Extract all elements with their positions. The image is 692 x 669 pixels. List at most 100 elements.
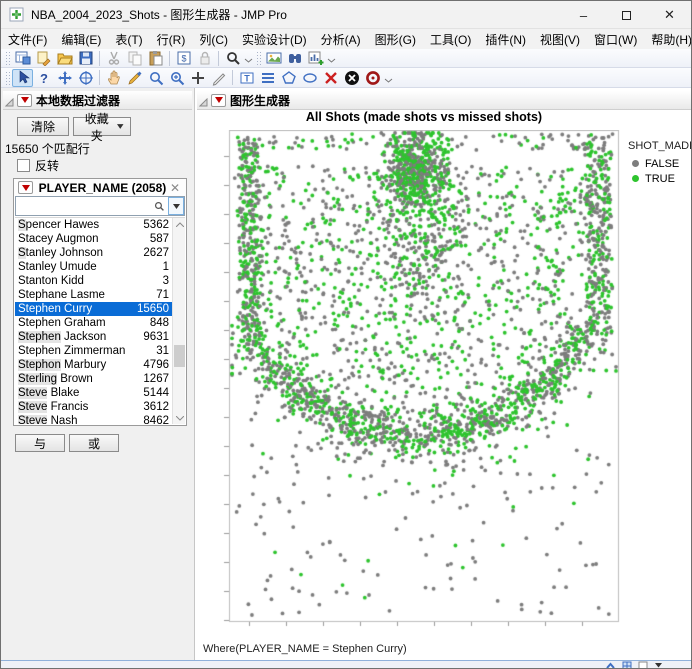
menu-item[interactable]: 行(R) (150, 29, 193, 50)
close-icon[interactable]: ✕ (168, 181, 182, 195)
red-x-icon[interactable] (320, 69, 341, 87)
menu-item[interactable]: 列(C) (192, 29, 235, 50)
overflow-icon[interactable] (326, 49, 337, 67)
menu-item[interactable]: 实验设计(D) (235, 29, 314, 50)
menu-item[interactable]: 表(T) (108, 29, 149, 50)
player-list-item[interactable]: Stanley Johnson2627 (15, 246, 172, 260)
player-list-item[interactable]: Stanley Umude1 (15, 260, 172, 274)
hand-icon[interactable] (103, 69, 124, 87)
window-title: NBA_2004_2023_Shots - 图形生成器 - JMP Pro (31, 6, 287, 23)
maximize-button[interactable] (605, 1, 648, 29)
collapse-triangle-icon[interactable] (199, 96, 208, 105)
new-journal-icon[interactable] (33, 49, 54, 67)
square-small-icon[interactable] (638, 661, 648, 669)
and-button[interactable]: 与 (15, 434, 65, 452)
overflow-icon[interactable] (243, 49, 254, 67)
binoculars-icon[interactable] (284, 49, 305, 67)
plus-icon[interactable] (187, 69, 208, 87)
arrow-icon[interactable] (12, 69, 33, 87)
player-list-item[interactable]: Stephen Jackson9631 (15, 330, 172, 344)
textbox-icon[interactable]: T (236, 69, 257, 87)
open-icon[interactable] (54, 49, 75, 67)
new-data-table-icon[interactable] (12, 49, 33, 67)
menu-item[interactable]: 分析(A) (314, 29, 368, 50)
legend-label: TRUE (645, 173, 675, 185)
toolbar-separator (99, 51, 100, 66)
scroll-down-icon[interactable] (173, 412, 185, 424)
player-list-scrollbar[interactable] (172, 218, 185, 424)
overflow-icon[interactable] (383, 69, 394, 87)
toolbar-grip[interactable] (5, 71, 10, 85)
scrollbar-thumb[interactable] (174, 345, 185, 367)
player-list-item[interactable]: Stephen Curry15650 (15, 302, 172, 316)
menu-item[interactable]: 图形(G) (368, 29, 423, 50)
crosshair-circle-icon[interactable] (75, 69, 96, 87)
player-list-item[interactable]: Stephane Lasme71 (15, 288, 172, 302)
clear-button[interactable]: 清除 (17, 117, 69, 136)
black-circle-x-icon[interactable] (341, 69, 362, 87)
magnifier-plus-icon[interactable] (166, 69, 187, 87)
shot-chart-scatter[interactable] (221, 130, 623, 630)
caret-up-blue-icon[interactable] (605, 661, 616, 669)
brush-icon[interactable] (124, 69, 145, 87)
oval-icon[interactable] (299, 69, 320, 87)
menu-item[interactable]: 编辑(E) (54, 29, 108, 50)
help-icon[interactable]: ? (33, 69, 54, 87)
polygon-icon[interactable] (278, 69, 299, 87)
menu-item[interactable]: 插件(N) (478, 29, 533, 50)
legend-item[interactable]: TRUE (628, 171, 692, 186)
record-icon[interactable] (362, 69, 383, 87)
paste-icon[interactable] (145, 49, 166, 67)
invert-checkbox[interactable] (17, 159, 30, 172)
cut-icon[interactable] (103, 49, 124, 67)
toolbar-separator (218, 51, 219, 66)
graph-builder-header[interactable]: 图形生成器 (197, 91, 691, 110)
scroll-up-icon[interactable] (173, 218, 185, 230)
search-icon[interactable] (152, 201, 167, 212)
search-icon[interactable] (222, 49, 243, 67)
collapse-triangle-icon[interactable] (5, 96, 14, 105)
grid-small-icon[interactable] (622, 661, 632, 669)
menu-item[interactable]: 帮助(H) (644, 29, 692, 50)
search-row (15, 196, 185, 216)
player-search-input[interactable] (16, 198, 152, 214)
minimize-button[interactable]: – (562, 1, 605, 29)
search-options-dropdown[interactable] (168, 197, 184, 215)
close-button[interactable]: ✕ (648, 1, 691, 29)
or-button[interactable]: 或 (69, 434, 119, 452)
copy-icon[interactable] (124, 49, 145, 67)
player-list-item[interactable]: Stephen Graham848 (15, 316, 172, 330)
dropdown-small-icon[interactable] (654, 661, 663, 668)
player-list-item[interactable]: Steve Francis3612 (15, 400, 172, 414)
save-icon[interactable] (75, 49, 96, 67)
player-list-item[interactable]: Steve Blake5144 (15, 386, 172, 400)
add-graph-icon[interactable] (305, 49, 326, 67)
filter-panel-header[interactable]: 本地数据过滤器 (3, 91, 192, 110)
red-triangle-menu-icon[interactable] (211, 94, 226, 107)
favorites-button[interactable]: 收藏夹 (73, 117, 131, 136)
player-list-item[interactable]: Stephon Marbury4796 (15, 358, 172, 372)
player-list-item[interactable]: Stacey Augmon587 (15, 232, 172, 246)
lines-icon[interactable] (257, 69, 278, 87)
player-list-item[interactable]: Stanton Kidd3 (15, 274, 172, 288)
menu-item[interactable]: 窗口(W) (587, 29, 644, 50)
player-list-item[interactable]: Sterling Brown1267 (15, 372, 172, 386)
menu-item[interactable]: 视图(V) (533, 29, 587, 50)
toolbar-separator (99, 70, 100, 85)
lock-icon[interactable] (194, 49, 215, 67)
toolbar-grip[interactable] (5, 51, 10, 65)
legend-item[interactable]: FALSE (628, 156, 692, 171)
formula-box-icon[interactable]: $ (173, 49, 194, 67)
player-list-item[interactable]: Stephen Zimmerman31 (15, 344, 172, 358)
red-triangle-menu-icon[interactable] (17, 94, 32, 107)
move-icon[interactable] (54, 69, 75, 87)
journal-view-icon[interactable] (263, 49, 284, 67)
red-triangle-menu-icon[interactable] (18, 181, 33, 194)
menu-item[interactable]: 文件(F) (1, 29, 54, 50)
magnifier-icon[interactable] (145, 69, 166, 87)
pencil-icon[interactable] (208, 69, 229, 87)
player-list-item[interactable]: Steve Nash8462 (15, 414, 172, 424)
menu-item[interactable]: 工具(O) (423, 29, 478, 50)
toolbar-grip[interactable] (256, 51, 261, 65)
player-list-item[interactable]: Spencer Hawes5362 (15, 218, 172, 232)
